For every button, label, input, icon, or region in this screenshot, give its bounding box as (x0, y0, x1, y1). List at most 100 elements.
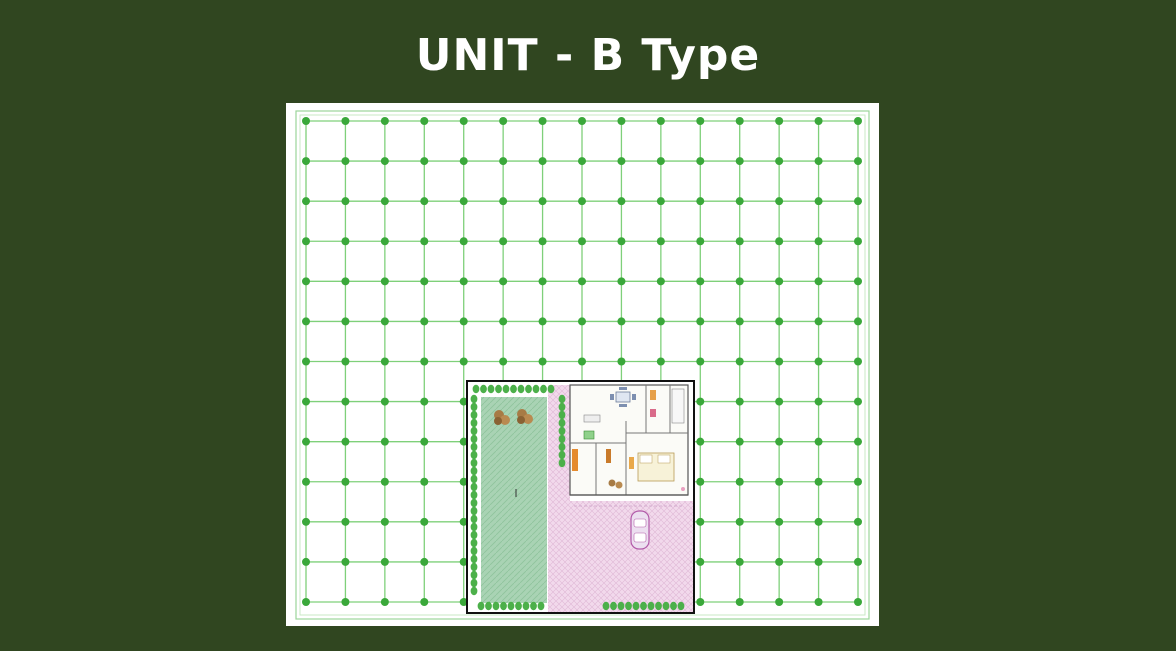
grid-node (420, 237, 429, 246)
hedge-bush (647, 601, 655, 611)
grid-node (735, 117, 744, 125)
grid-node (302, 197, 310, 206)
grid-node (617, 237, 626, 246)
grid-node (499, 317, 508, 326)
grid-node (302, 117, 310, 125)
sofa (583, 414, 601, 423)
grid-node (380, 477, 389, 486)
grid-node (854, 357, 862, 366)
grid-node (420, 477, 429, 486)
grid-node (775, 117, 784, 125)
grid-node (696, 357, 705, 366)
grid-node (814, 397, 823, 406)
grid-node (696, 557, 705, 566)
grid-node (696, 237, 705, 246)
hedge-bush (558, 394, 566, 404)
grid-node (696, 598, 705, 606)
hedge-bush (480, 384, 487, 394)
hedge-bush (558, 442, 566, 452)
grid-node (578, 117, 586, 125)
grid-node (854, 517, 862, 526)
grid-node (302, 397, 310, 406)
grid-node (341, 517, 350, 526)
grid-node (420, 598, 429, 606)
grid-node (499, 237, 508, 246)
grid-node (420, 437, 429, 446)
grid-node (735, 317, 744, 326)
grid-node (696, 277, 705, 286)
grid-node (538, 197, 547, 206)
grid-node (538, 117, 547, 125)
grid-node (380, 197, 389, 206)
hedge-bush (470, 474, 478, 484)
grid-node (499, 157, 508, 166)
grid-node (578, 157, 586, 166)
grid-node (696, 197, 705, 206)
toilet-fixture (572, 449, 578, 471)
grid-node (735, 557, 744, 566)
grid-node (380, 237, 389, 246)
grid-node (854, 437, 862, 446)
grid-node (380, 397, 389, 406)
hedge-bush (558, 418, 566, 428)
grid-node (341, 157, 350, 166)
grid-node (854, 197, 862, 206)
grid-node (538, 317, 547, 326)
grid-node (459, 317, 468, 326)
hedge-bush (558, 458, 566, 468)
grid-node (578, 277, 586, 286)
grid-node (854, 557, 862, 566)
grid-node (656, 197, 665, 206)
lawn-area (481, 397, 547, 603)
grid-node (617, 277, 626, 286)
grid-node (814, 477, 823, 486)
grid-node (854, 397, 862, 406)
hedge-bush (558, 410, 566, 420)
grid-node (814, 357, 823, 366)
hedge-bush (470, 490, 478, 500)
grid-node (854, 317, 862, 326)
grid-node (459, 117, 468, 125)
grid-node (380, 517, 389, 526)
grid-node (775, 397, 784, 406)
grid-node (735, 517, 744, 526)
hedge-bush (470, 506, 478, 516)
grid-node (735, 277, 744, 286)
grid-node (735, 197, 744, 206)
grid-node (499, 357, 508, 366)
grid-node (302, 157, 310, 166)
grid-node (538, 277, 547, 286)
grid-node (380, 277, 389, 286)
grid-node (380, 157, 389, 166)
grid-node (656, 237, 665, 246)
hedge-bush (510, 384, 517, 394)
hedge-bush (470, 434, 478, 444)
hedge-bush (558, 450, 566, 460)
hedge-bush (662, 601, 670, 611)
grid-node (656, 317, 665, 326)
grid-node (420, 517, 429, 526)
hedge-bush (470, 562, 478, 572)
grid-node (578, 357, 586, 366)
grid-node (814, 557, 823, 566)
grid-node (380, 357, 389, 366)
hedge-bush (472, 384, 480, 394)
grid-node (538, 237, 547, 246)
hedge-bush (558, 434, 566, 444)
grid-node (302, 317, 310, 326)
hedge-bush (470, 522, 478, 532)
grid-node (459, 197, 468, 206)
grid-node (735, 157, 744, 166)
hedge-bush (625, 601, 632, 611)
grid-node (814, 598, 823, 606)
hedge-bush (500, 601, 507, 611)
grid-node (341, 277, 350, 286)
hedge-bush (470, 554, 478, 564)
grid-node (735, 237, 744, 246)
grid-node (341, 317, 350, 326)
grid-node (696, 397, 705, 406)
grid-node (775, 437, 784, 446)
grid-node (420, 557, 429, 566)
grid-node (341, 477, 350, 486)
grid-node (814, 117, 823, 125)
